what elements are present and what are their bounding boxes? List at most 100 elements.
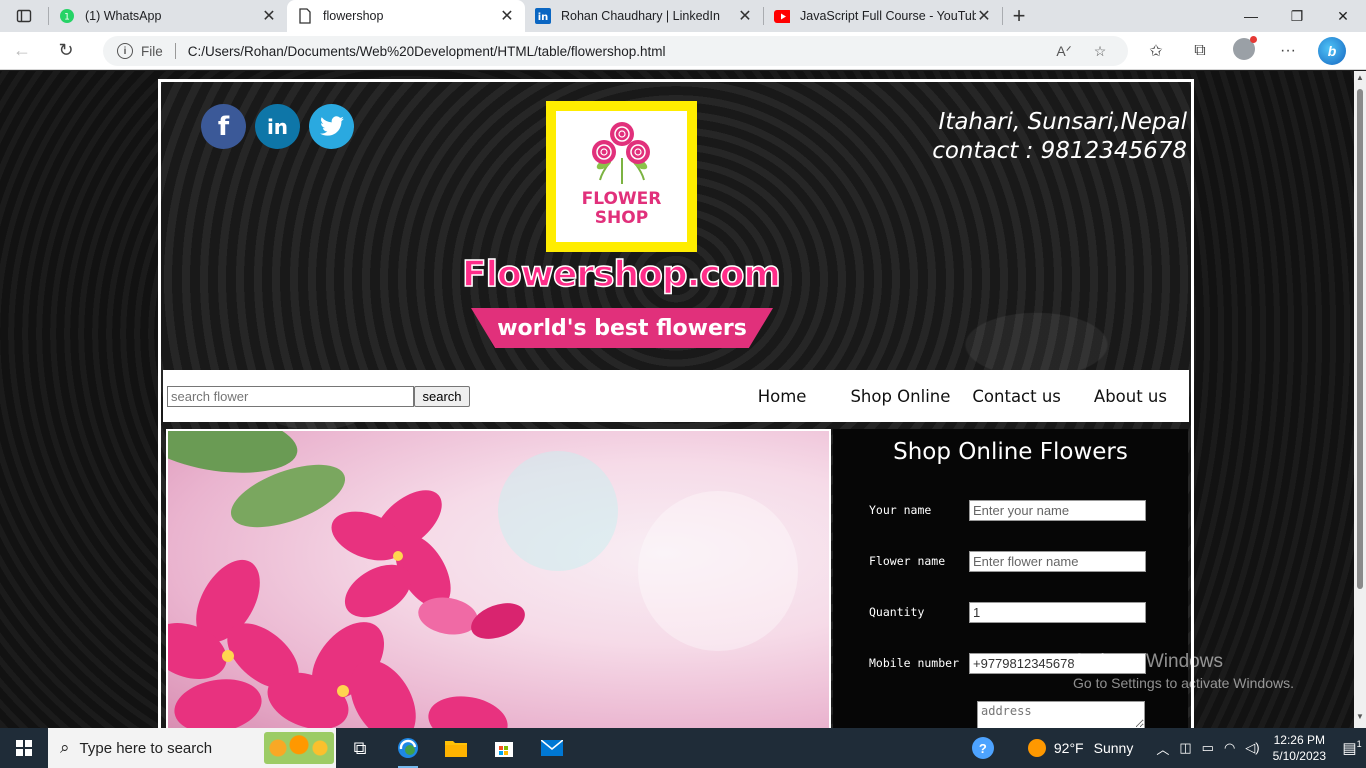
notification-center-button[interactable]: ▤1 [1338,739,1366,757]
more-icon[interactable]: ··· [1266,42,1310,60]
nav-shop-online[interactable]: Shop Online [850,387,950,406]
svg-text:1: 1 [64,13,70,23]
form-row-flower: Flower name [869,551,1146,572]
youtube-icon [774,8,790,24]
window-controls: — ❐ ✕ [1228,0,1366,32]
logo-inner: FLOWER SHOP [556,111,687,242]
sun-icon [1027,739,1046,757]
linkedin-icon: in [535,8,551,24]
flower-name-input[interactable] [969,551,1146,572]
close-icon[interactable]: ✕ [737,6,753,26]
tab-title: Rohan Chaudhary | LinkedIn [561,9,720,23]
whatsapp-icon: 1 [59,8,75,24]
site-title: Flowershop.com [461,253,781,296]
collections-icon[interactable]: ⧉ [1178,42,1222,60]
weather-condition: Sunny [1093,740,1134,756]
divider [174,43,176,59]
avatar [1233,35,1257,60]
info-icon[interactable]: i [117,43,133,59]
taskbar-search-box[interactable]: ⌕ Type here to search [48,728,336,768]
start-button[interactable] [0,728,48,768]
close-icon[interactable]: ✕ [261,6,277,26]
profile-button[interactable] [1222,35,1266,65]
twitter-icon[interactable] [309,104,354,149]
weather-widget[interactable]: 92°F Sunny [1027,739,1134,757]
browser-tab-strip: 1 (1) WhatsApp ✕ flowershop ✕ in Rohan C… [0,0,1366,32]
rose-bouquet-icon [591,122,650,184]
page-viewport: f in Itahari, Sunsari,Nepal contact : 98… [0,71,1354,728]
battery-icon[interactable]: ▭ [1202,740,1214,756]
bing-icon: b [1318,37,1346,65]
social-links: f in [201,104,354,149]
tab-actions-button[interactable] [0,0,48,32]
close-icon[interactable]: ✕ [499,6,515,26]
clock-date: 5/10/2023 [1272,749,1326,763]
search-highlight-image [264,732,334,764]
add-favorite-icon[interactable]: ☆ [1082,43,1118,60]
search-input[interactable] [167,386,414,407]
address-bar[interactable]: i File C:/Users/Rohan/Documents/Web%20De… [103,36,1128,66]
notification-count: 1 [1356,739,1362,749]
name-input[interactable] [969,500,1146,521]
form-row-quantity: Quantity [869,602,1146,623]
quantity-input[interactable] [969,602,1146,623]
tab-title: flowershop [323,9,384,23]
field-label: Flower name [869,554,946,568]
watermark-title: Activate Windows [1073,651,1223,672]
volume-icon[interactable]: ◁) [1245,740,1259,756]
back-button[interactable]: ← [0,32,44,70]
tab-title: (1) WhatsApp [85,9,162,23]
search-button[interactable]: search [414,386,470,407]
clock-time: 12:26 PM [1273,733,1325,747]
nav-contact-us[interactable]: Contact us [972,387,1061,406]
wifi-icon[interactable]: ◠ [1224,740,1235,756]
scroll-down-arrow[interactable]: ▼ [1354,712,1366,726]
address-bar-icons: Aᐟ ☆ [1046,43,1118,60]
task-view-icon[interactable]: ⧉ [336,728,384,768]
facebook-icon[interactable]: f [201,104,246,149]
favorites-icon[interactable]: ✩ [1134,41,1178,61]
tab-youtube[interactable]: JavaScript Full Course - YouTube ✕ [764,0,1002,32]
linkedin-icon[interactable]: in [255,104,300,149]
refresh-button[interactable]: ↻ [44,32,88,70]
url-text[interactable]: C:/Users/Rohan/Documents/Web%20Developme… [188,44,1046,59]
contact-info: Itahari, Sunsari,Nepal contact : 9812345… [932,108,1187,166]
tab-whatsapp[interactable]: 1 (1) WhatsApp ✕ [49,0,287,32]
file-label: File [141,43,163,59]
new-tab-button[interactable]: + [1003,0,1035,32]
form-row-mobile: Mobile number [869,653,1146,674]
nav-about-us[interactable]: About us [1094,387,1167,406]
help-icon[interactable]: ? [971,737,994,759]
field-label: Mobile number [869,656,960,670]
close-icon[interactable]: ✕ [976,6,992,26]
browser-toolbar: ← ↻ i File C:/Users/Rohan/Documents/Web%… [0,32,1366,70]
scrollbar-thumb[interactable] [1357,89,1363,589]
file-explorer-icon[interactable] [432,728,480,768]
tab-title: JavaScript Full Course - YouTube [800,9,976,23]
taskbar-search-placeholder: Type here to search [79,739,213,757]
meet-now-icon[interactable]: ◫ [1179,740,1191,756]
bing-button[interactable]: b [1310,37,1354,65]
mail-icon[interactable] [528,728,576,768]
vertical-scrollbar[interactable]: ▲ ▼ [1354,71,1366,728]
page-container: f in Itahari, Sunsari,Nepal contact : 98… [158,79,1194,728]
close-window-button[interactable]: ✕ [1320,0,1366,32]
nav-home[interactable]: Home [758,387,807,406]
tab-linkedin[interactable]: in Rohan Chaudhary | LinkedIn ✕ [525,0,763,32]
minimize-button[interactable]: — [1228,0,1274,32]
edge-browser-icon[interactable] [384,728,432,768]
tagline-text: world's best flowers [497,315,747,341]
toolbar-right: ✩ ⧉ ··· b [1134,32,1354,70]
chevron-up-icon[interactable]: ︿ [1156,739,1169,758]
location-text: Itahari, Sunsari,Nepal [938,109,1187,135]
microsoft-store-icon[interactable] [480,728,528,768]
order-form-title: Shop Online Flowers [893,439,1128,465]
field-label: Your name [869,503,932,517]
system-clock[interactable]: 12:26 PM 5/10/2023 [1273,732,1326,764]
read-aloud-icon[interactable]: Aᐟ [1046,43,1082,60]
tab-actions-icon [16,9,32,23]
restore-button[interactable]: ❐ [1274,0,1320,32]
tab-flowershop[interactable]: flowershop ✕ [287,0,525,32]
scroll-up-arrow[interactable]: ▲ [1354,73,1366,87]
address-textarea[interactable] [977,701,1145,728]
